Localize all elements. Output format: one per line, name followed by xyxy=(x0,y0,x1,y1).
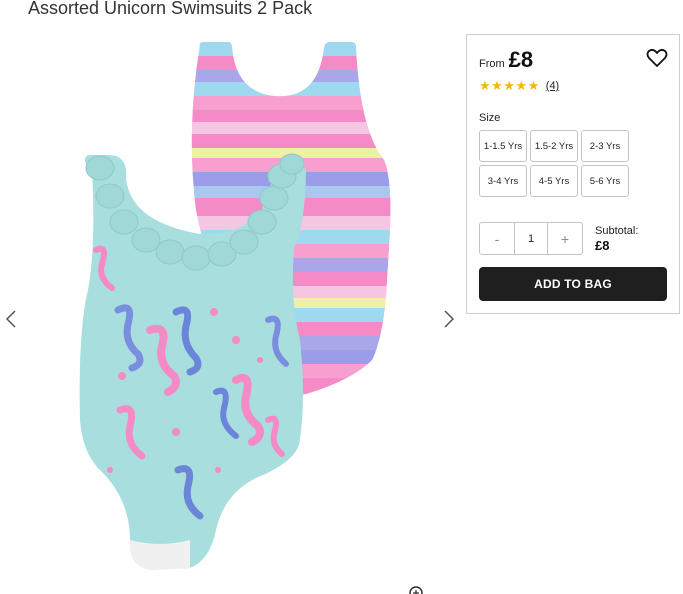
product-title: Assorted Unicorn Swimsuits 2 Pack xyxy=(28,0,313,18)
purchase-panel: From £8 ★★★★★ (4) Size 1-1.5 Yrs 1.5-2 Y… xyxy=(466,34,680,314)
chevron-right-icon xyxy=(444,310,455,328)
heart-outline-icon xyxy=(646,48,668,67)
subtotal-value: £8 xyxy=(595,238,610,253)
next-image-button[interactable] xyxy=(440,308,458,330)
wishlist-button[interactable] xyxy=(645,47,669,69)
rating: ★★★★★ (4) xyxy=(479,78,559,94)
add-to-bag-button[interactable]: ADD TO BAG xyxy=(479,267,667,301)
chevron-left-icon xyxy=(5,310,16,328)
size-option[interactable]: 4-5 Yrs xyxy=(530,165,578,197)
size-options: 1-1.5 Yrs 1.5-2 Yrs 2-3 Yrs 3-4 Yrs 4-5 … xyxy=(479,130,631,197)
size-option[interactable]: 2-3 Yrs xyxy=(581,130,629,162)
size-option[interactable]: 5-6 Yrs xyxy=(581,165,629,197)
product-image-gallery xyxy=(0,28,462,594)
seahorse-swimsuit xyxy=(79,153,307,570)
size-option[interactable]: 3-4 Yrs xyxy=(479,165,527,197)
zoom-button[interactable] xyxy=(407,584,425,594)
from-label: From xyxy=(479,58,505,70)
product-image xyxy=(79,42,391,570)
subtotal: Subtotal: £8 xyxy=(595,225,638,253)
subtotal-label: Subtotal: xyxy=(595,225,639,237)
zoom-icon xyxy=(409,586,423,594)
price: £8 xyxy=(508,47,534,72)
size-label: Size xyxy=(479,112,501,124)
quantity-input[interactable] xyxy=(514,223,548,254)
review-count-link[interactable]: (4) xyxy=(546,80,559,92)
quantity-increase-button[interactable]: + xyxy=(548,223,582,254)
size-option[interactable]: 1-1.5 Yrs xyxy=(479,130,527,162)
quantity-stepper: - + xyxy=(479,222,583,255)
previous-image-button[interactable] xyxy=(2,308,20,330)
size-option[interactable]: 1.5-2 Yrs xyxy=(530,130,578,162)
quantity-decrease-button[interactable]: - xyxy=(480,223,514,254)
price-row: From £8 xyxy=(479,47,533,73)
star-rating: ★★★★★ xyxy=(479,78,540,93)
